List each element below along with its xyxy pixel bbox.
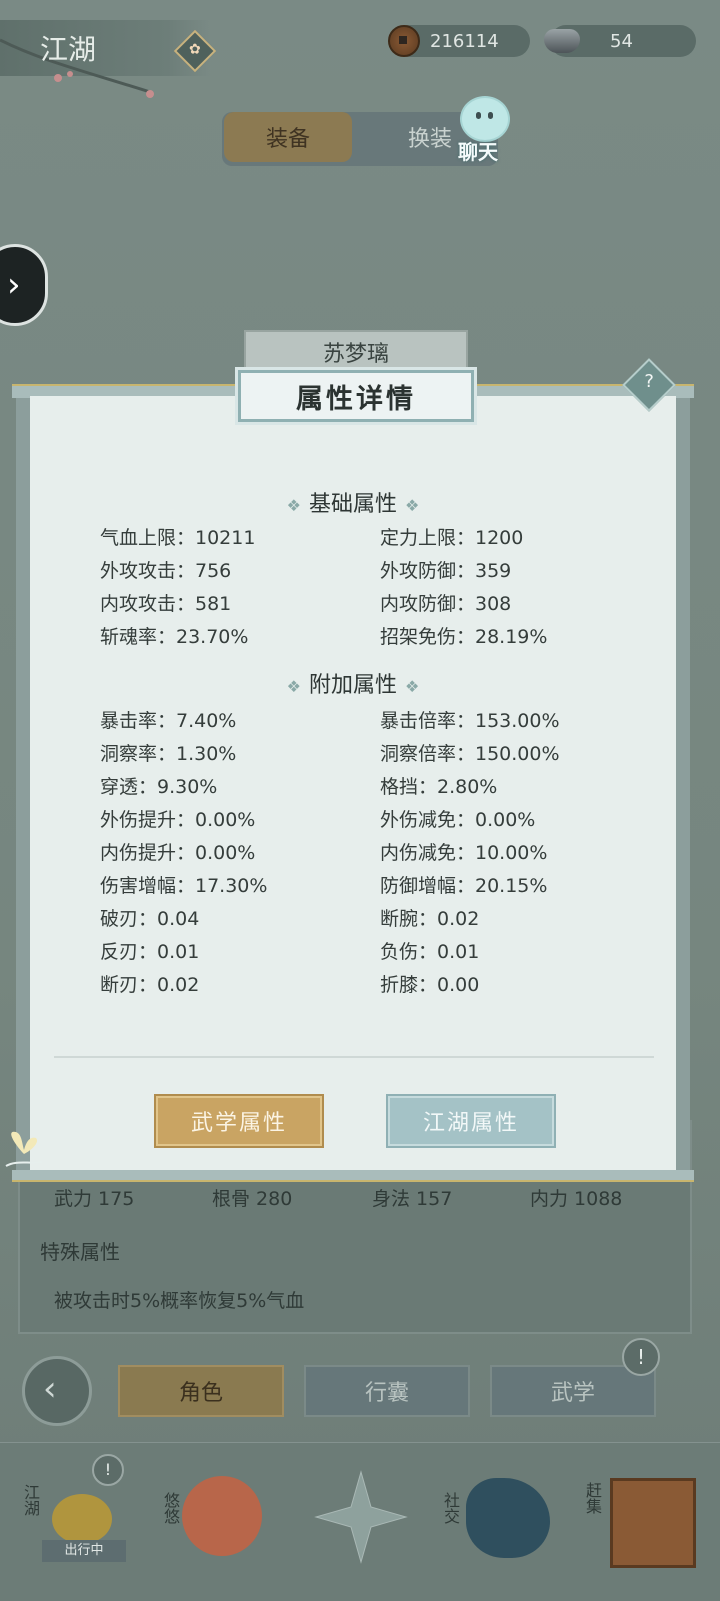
stat-ext-dmg-up: 外伤提升：0.00% (100, 809, 256, 831)
stat-int-dmg-up: 内伤提升：0.00% (100, 842, 256, 864)
tab-equip[interactable]: 装备 (224, 112, 352, 162)
dock-market-label: 赶集 (583, 1482, 602, 1514)
stat-dmg-amp: 伤害增幅：17.30% (100, 875, 268, 897)
ingot-counter: 54 (544, 25, 696, 57)
stat-break-blade: 破刃：0.04 (100, 908, 200, 930)
ornament-icon: ❖ (405, 677, 420, 696)
stat-sever-blade: 断刃：0.02 (100, 974, 200, 996)
coin-icon (388, 25, 420, 57)
compass-star-icon (314, 1470, 408, 1564)
stat-insight-multiplier: 洞察倍率：150.00% (380, 743, 560, 765)
stat-focus-max: 定力上限：1200 (380, 527, 524, 549)
stat-penetration: 穿透：9.30% (100, 776, 218, 798)
stat-hp-max: 气血上限：10211 (100, 527, 256, 549)
stat-strength: 武力 175 (54, 1188, 135, 1210)
stat-int-dmg-reduction: 内伤减免：10.00% (380, 842, 548, 864)
stat-inner-power: 内力 1088 (530, 1188, 623, 1210)
stat-agility: 身法 157 (372, 1188, 453, 1210)
ingot-amount: 54 (610, 30, 633, 52)
stat-ext-defense: 外攻防御：359 (380, 560, 512, 582)
stat-counter-blade: 反刃：0.01 (100, 941, 200, 963)
stat-break-knee: 折膝：0.00 (380, 974, 480, 996)
jianghu-attr-button[interactable]: 江湖属性 (388, 1096, 554, 1146)
back-button[interactable]: ‹ (22, 1356, 92, 1426)
martial-attr-button[interactable]: 武学属性 (156, 1096, 322, 1146)
page-title: 江湖 (40, 33, 97, 66)
basket-icon (610, 1478, 696, 1568)
stat-block: 格挡：2.80% (380, 776, 498, 798)
chevron-right-icon: › (7, 265, 21, 305)
traveling-status: 出行中 (42, 1540, 126, 1562)
tab-role[interactable]: 角色 (118, 1365, 284, 1417)
ornament-icon: ❖ (286, 677, 301, 696)
stat-constitution: 根骨 280 (212, 1188, 293, 1210)
modal-rim-bottom (12, 1170, 694, 1182)
dock-leisure[interactable]: 悠悠 (152, 1458, 272, 1578)
stat-ext-attack: 外攻攻击：756 (100, 560, 232, 582)
dock-center[interactable] (300, 1458, 420, 1578)
stat-int-defense: 内攻防御：308 (380, 593, 512, 615)
modal-divider (54, 1056, 654, 1058)
extra-attr-heading: ❖ 附加属性 ❖ (286, 673, 420, 698)
stat-parry-reduction: 招架免伤：28.19% (380, 626, 548, 648)
basic-attr-heading: ❖ 基础属性 ❖ (286, 492, 420, 517)
dock-market[interactable]: 赶集 (576, 1458, 696, 1578)
ingot-icon (544, 29, 580, 53)
character-name-tab: 苏梦璃 (244, 330, 468, 374)
stat-crit-multiplier: 暴击倍率：153.00% (380, 710, 560, 732)
dock-leisure-label: 悠悠 (161, 1492, 180, 1524)
chat-button[interactable]: 聊天 (448, 96, 518, 164)
jianghu-emblem-icon (52, 1494, 112, 1544)
coin-amount: 216114 (430, 30, 499, 52)
stat-ext-dmg-reduction: 外伤减免：0.00% (380, 809, 536, 831)
tab-bag[interactable]: 行囊 (304, 1365, 470, 1417)
martial-alert-icon: ! (622, 1338, 660, 1376)
stat-wound: 负伤：0.01 (380, 941, 480, 963)
ornament-icon: ❖ (405, 496, 420, 515)
top-bar: 江湖 ✿ 216114 54 (0, 0, 720, 98)
dock-jianghu-label: 江湖 (21, 1484, 40, 1516)
dock-alert-icon: ! (92, 1454, 124, 1486)
special-attr-desc: 被攻击时5%概率恢复5%气血 (54, 1290, 305, 1312)
stat-insight-rate: 洞察率：1.30% (100, 743, 237, 765)
stat-def-amp: 防御增幅：20.15% (380, 875, 548, 897)
stat-crit-rate: 暴击率：7.40% (100, 710, 237, 732)
modal-title: 属性详情 (238, 370, 474, 422)
stat-soul-slash: 斩魂率：23.70% (100, 626, 249, 648)
stat-break-wrist: 断腕：0.02 (380, 908, 480, 930)
swallow-icon (182, 1476, 262, 1556)
ornament-icon: ❖ (286, 496, 301, 515)
wave-icon (466, 1478, 550, 1558)
chat-label: 聊天 (458, 140, 498, 164)
back-arrow-icon: ‹ (43, 1369, 57, 1409)
coin-counter: 216114 (388, 25, 530, 57)
stat-int-attack: 内攻攻击：581 (100, 593, 232, 615)
special-attr-heading: 特殊属性 (40, 1240, 120, 1264)
dock-jianghu[interactable]: 江湖 出行中 ! (12, 1454, 132, 1578)
dock-social[interactable]: 社交 (436, 1458, 556, 1578)
butterfly-icon (5, 1131, 43, 1167)
dock-social-label: 社交 (441, 1492, 460, 1524)
